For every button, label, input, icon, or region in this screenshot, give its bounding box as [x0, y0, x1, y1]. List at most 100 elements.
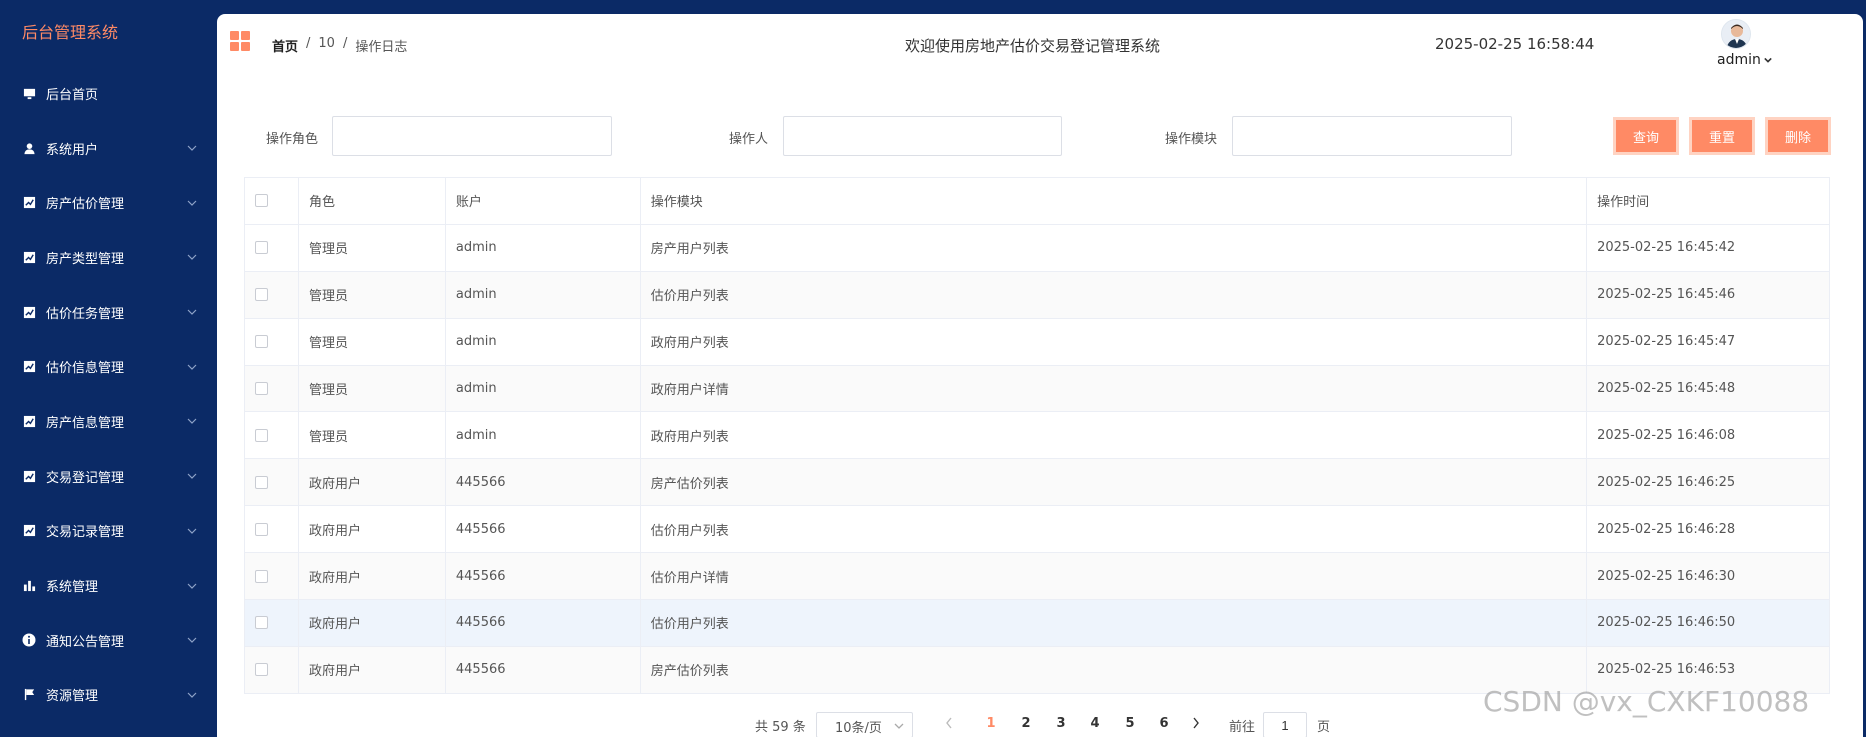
sidebar-item[interactable]: 系统用户 — [0, 121, 217, 176]
table-row[interactable]: 管理员 admin 政府用户列表 2025-02-25 16:45:47 — [244, 318, 1830, 366]
query-button[interactable]: 查询 — [1613, 117, 1679, 155]
account-cell: 445566 — [445, 505, 641, 554]
role-input[interactable] — [332, 116, 612, 156]
user-icon — [22, 141, 36, 155]
row-checkbox[interactable] — [255, 569, 268, 583]
sidebar-item[interactable]: 交易登记管理 — [0, 449, 217, 504]
breadcrumb-level2[interactable]: 10 — [318, 36, 335, 55]
chevron-down-icon — [187, 254, 197, 261]
row-select-cell[interactable] — [244, 411, 299, 460]
row-select-cell[interactable] — [244, 458, 299, 507]
chart-icon — [22, 524, 36, 538]
sidebar-item-label: 估价任务管理 — [46, 306, 125, 322]
row-select-cell[interactable] — [244, 224, 299, 272]
row-select-cell[interactable] — [244, 646, 299, 694]
time-cell: 2025-02-25 16:45:48 — [1586, 365, 1830, 413]
table-row[interactable]: 政府用户 445566 房产估价列表 2025-02-25 16:46:25 — [244, 458, 1830, 507]
sidebar-item-label: 房产类型管理 — [46, 251, 125, 267]
sidebar-item[interactable]: 估价任务管理 — [0, 285, 217, 340]
table-header-row: 角色 账户 操作模块 操作时间 — [244, 177, 1830, 225]
next-page-button[interactable] — [1191, 716, 1201, 734]
page-3[interactable]: 3 — [1051, 716, 1071, 731]
row-checkbox[interactable] — [255, 475, 268, 489]
sidebar-item[interactable]: 估价信息管理 — [0, 339, 217, 394]
module-cell: 估价用户列表 — [640, 599, 1588, 647]
sidebar-item[interactable]: 系统管理 — [0, 558, 217, 613]
sidebar-item[interactable]: 通知公告管理 — [0, 613, 217, 668]
row-checkbox[interactable] — [255, 241, 268, 255]
sidebar-item[interactable]: 后台首页 — [0, 66, 217, 121]
delete-button[interactable]: 删除 — [1765, 117, 1831, 155]
page-size-select[interactable]: 10条/页 — [816, 712, 913, 737]
select-all-cell[interactable] — [244, 177, 299, 225]
sidebar-item[interactable]: 房产类型管理 — [0, 230, 217, 285]
time-cell: 2025-02-25 16:45:46 — [1586, 271, 1830, 319]
row-checkbox[interactable] — [255, 616, 268, 630]
row-select-cell[interactable] — [244, 552, 299, 601]
table-row[interactable]: 管理员 admin 政府用户列表 2025-02-25 16:46:08 — [244, 411, 1830, 460]
table-row[interactable]: 政府用户 445566 估价用户列表 2025-02-25 16:46:28 — [244, 505, 1830, 554]
table-row[interactable]: 管理员 admin 政府用户详情 2025-02-25 16:45:48 — [244, 365, 1830, 413]
row-checkbox[interactable] — [255, 288, 268, 302]
row-checkbox[interactable] — [255, 663, 268, 677]
role-label: 操作角色 — [266, 132, 319, 147]
row-select-cell[interactable] — [244, 365, 299, 413]
prev-page-button[interactable] — [944, 716, 954, 734]
sidebar-item[interactable]: 房产信息管理 — [0, 394, 217, 449]
account-cell: admin — [445, 224, 641, 272]
row-select-cell[interactable] — [244, 271, 299, 319]
module-cell: 政府用户详情 — [640, 365, 1588, 413]
module-input[interactable] — [1232, 116, 1512, 156]
module-cell: 估价用户列表 — [640, 271, 1588, 319]
table-row[interactable]: 管理员 admin 估价用户列表 2025-02-25 16:45:46 — [244, 271, 1830, 319]
user-menu[interactable]: admin — [1717, 52, 1772, 68]
flag-icon — [22, 688, 36, 702]
table-row[interactable]: 管理员 admin 房产用户列表 2025-02-25 16:45:42 — [244, 224, 1830, 272]
chart-icon — [22, 305, 36, 319]
page-5[interactable]: 5 — [1120, 716, 1140, 731]
page-6[interactable]: 6 — [1154, 716, 1174, 731]
sidebar-item-label: 交易登记管理 — [46, 470, 125, 486]
chevron-right-icon — [1193, 717, 1199, 729]
sidebar-item[interactable]: 房产估价管理 — [0, 175, 217, 230]
module-cell: 房产用户列表 — [640, 224, 1588, 272]
row-select-cell[interactable] — [244, 599, 299, 647]
select-all-checkbox[interactable] — [255, 194, 268, 208]
chevron-down-icon — [187, 528, 197, 534]
table-row[interactable]: 政府用户 445566 估价用户列表 2025-02-25 16:46:50 — [244, 599, 1830, 647]
chevron-down-icon — [187, 145, 197, 151]
row-checkbox[interactable] — [255, 522, 268, 536]
page-2[interactable]: 2 — [1016, 716, 1036, 731]
row-checkbox[interactable] — [255, 428, 268, 442]
sidebar-item[interactable]: 交易记录管理 — [0, 504, 217, 559]
chevron-left-icon — [946, 717, 952, 729]
row-checkbox[interactable] — [255, 382, 268, 395]
account-cell: admin — [445, 271, 641, 319]
avatar[interactable] — [1721, 19, 1751, 49]
page-1[interactable]: 1 — [981, 716, 1001, 731]
log-table: 角色 账户 操作模块 操作时间 管理员 admin 房产用户列表 2025-02-25… — [244, 177, 1830, 694]
module-cell: 政府用户列表 — [640, 318, 1588, 366]
row-select-cell[interactable] — [244, 318, 299, 366]
main-panel: 首页 / 10 / 操作日志 欢迎使用房地产估价交易登记管理系统 2025-02… — [217, 14, 1863, 737]
menu-grid-icon[interactable] — [230, 31, 250, 51]
sidebar-item-label: 房产信息管理 — [46, 415, 125, 431]
module-cell: 政府用户列表 — [640, 411, 1588, 460]
goto-page-input[interactable] — [1263, 712, 1307, 737]
page-4[interactable]: 4 — [1085, 716, 1105, 731]
role-cell: 管理员 — [298, 224, 446, 272]
table-row[interactable]: 政府用户 445566 估价用户详情 2025-02-25 16:46:30 — [244, 552, 1830, 601]
username[interactable]: admin — [1717, 52, 1761, 68]
reset-button[interactable]: 重置 — [1689, 117, 1755, 155]
account-cell: admin — [445, 318, 641, 366]
sidebar-item[interactable]: 资源管理 — [0, 668, 217, 723]
account-cell: admin — [445, 365, 641, 413]
chart-icon — [22, 414, 36, 428]
row-checkbox[interactable] — [255, 335, 268, 349]
sidebar-item-label: 系统用户 — [46, 142, 99, 158]
breadcrumb-home[interactable]: 首页 — [272, 36, 298, 55]
chevron-down-icon — [187, 419, 197, 425]
operator-input[interactable] — [783, 116, 1062, 156]
row-select-cell[interactable] — [244, 505, 299, 554]
goto-label: 前往 — [1229, 720, 1256, 735]
